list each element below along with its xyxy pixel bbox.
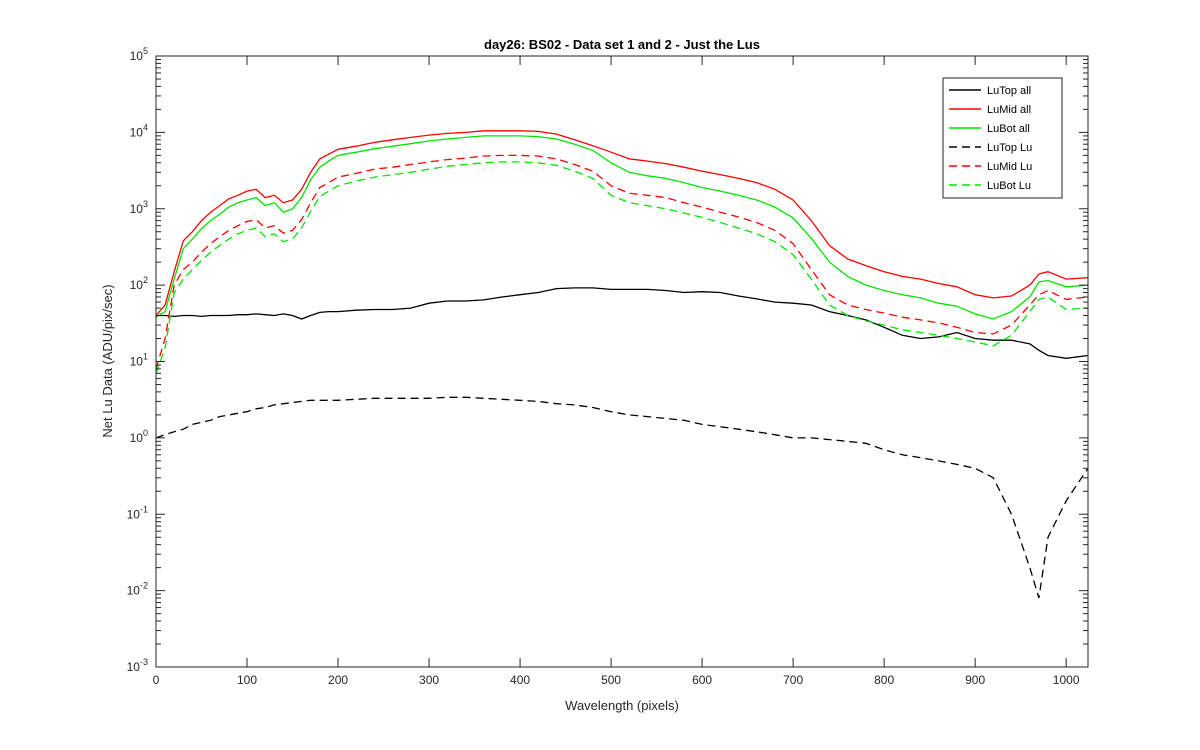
x-axis-label: Wavelength (pixels) <box>565 698 679 713</box>
x-tick-label: 800 <box>874 673 894 687</box>
x-tick-label: 600 <box>692 673 712 687</box>
legend-label-4: LuMid Lu <box>987 161 1032 173</box>
x-tick-label: 1000 <box>1053 673 1080 687</box>
x-tick-label: 300 <box>419 673 439 687</box>
x-tick-label: 900 <box>965 673 985 687</box>
chart: 0 100 200 300 400 500 600 700 800 900 100010-310-2… <box>0 0 1200 750</box>
y-axis-label: Net Lu Data (ADU/pix/sec) <box>100 284 115 437</box>
x-tick-label: 400 <box>510 673 530 687</box>
legend: LuTop all LuMid all LuBot all LuTop Lu LuMid… <box>942 77 1063 199</box>
x-tick-label: 0 <box>153 673 160 687</box>
legend-label-2: LuBot all <box>987 123 1030 135</box>
chart-title: day26: BS02 - Data set 1 and 2 - Just th… <box>484 37 760 52</box>
legend-label-1: LuMid all <box>987 104 1031 116</box>
x-tick-label: 200 <box>328 673 348 687</box>
x-tick-label: 700 <box>783 673 803 687</box>
legend-label-3: LuTop Lu <box>987 142 1032 154</box>
x-tick-label: 100 <box>237 673 257 687</box>
legend-label-5: LuBot Lu <box>987 180 1031 192</box>
x-tick-label: 500 <box>601 673 621 687</box>
legend-label-0: LuTop all <box>987 85 1031 97</box>
